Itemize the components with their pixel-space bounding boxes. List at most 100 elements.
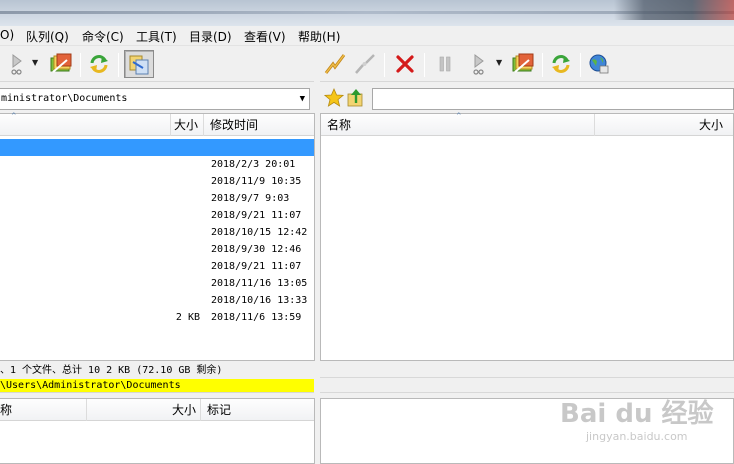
- column-divider[interactable]: [203, 114, 204, 136]
- remote-status-path: [320, 379, 734, 393]
- play-options-dropdown-icon[interactable]: ▼: [496, 58, 502, 67]
- file-modified: 2018/9/21 11:07: [211, 261, 302, 272]
- sort-ascending-icon: ⌃: [455, 112, 463, 122]
- column-header-name[interactable]: 称: [0, 399, 12, 421]
- toggle-sync-browsing-icon: [129, 55, 149, 75]
- cancel-button[interactable]: [392, 50, 418, 78]
- play-with-options-button[interactable]: [464, 50, 490, 78]
- file-size: 2 KB: [175, 312, 200, 323]
- table-row[interactable]: 2018/9/30 12:46: [0, 241, 314, 258]
- process-queue-button[interactable]: [510, 50, 536, 78]
- menubar: O) 队列(Q) 命令(C) 工具(T) 目录(D) 查看(V) 帮助(H): [0, 26, 734, 46]
- refresh-button[interactable]: [548, 50, 574, 78]
- refresh-icon: [552, 55, 570, 73]
- process-queue-icon: [50, 53, 72, 73]
- file-modified: 2018/11/9 10:35: [211, 176, 302, 187]
- queue-list: 称 大小 标记: [0, 398, 315, 464]
- queue-list-header: 称 大小 标记: [0, 399, 314, 421]
- path-dropdown-icon[interactable]: ▼: [300, 89, 305, 109]
- menu-item-queue[interactable]: 队列(Q): [26, 28, 69, 45]
- sort-ascending-icon: ⌃: [10, 112, 18, 122]
- local-status-path: \Users\Administrator\Documents: [0, 379, 314, 393]
- process-queue-button[interactable]: [48, 50, 74, 78]
- window-control-buttons[interactable]: [614, 0, 734, 20]
- process-queue-icon: [512, 53, 534, 73]
- watermark-url: jingyan.baidu.com: [586, 430, 688, 443]
- column-header-size[interactable]: 大小: [174, 114, 198, 136]
- table-row-selected[interactable]: [0, 139, 314, 156]
- file-modified: 2018/11/6 13:59: [211, 312, 302, 323]
- right-path-bar: [320, 84, 734, 112]
- connect-icon: [324, 54, 346, 74]
- pause-button[interactable]: [432, 50, 458, 78]
- file-modified: 2018/9/7 9:03: [211, 193, 290, 204]
- play-options-dropdown-icon[interactable]: ▼: [32, 58, 38, 67]
- column-divider[interactable]: [170, 114, 171, 136]
- toolbar-separator: [384, 53, 385, 77]
- local-file-list: ⌃ 大小 修改时间 2018/2/3 20:01 2018/11/9 10:35…: [0, 112, 315, 361]
- menu-item-directory[interactable]: 目录(D): [189, 28, 232, 45]
- file-modified: 2018/10/15 12:42: [211, 227, 308, 238]
- remote-file-list: 名称 ⌃ 大小: [320, 112, 734, 361]
- left-path-bar: ministrator\Documents ▼: [0, 84, 314, 112]
- site-manager-globe-icon: [589, 54, 609, 74]
- disconnect-icon: [355, 54, 375, 74]
- column-header-size[interactable]: 大小: [699, 114, 723, 136]
- toggle-sync-browsing-button[interactable]: [124, 50, 154, 78]
- remote-status-text: [320, 364, 734, 378]
- table-row[interactable]: 2018/11/9 10:35: [0, 173, 314, 190]
- table-row[interactable]: 2018/9/7 9:03: [0, 190, 314, 207]
- local-status-text: 、1 个文件、总计 10 2 KB (72.10 GB 剩余): [0, 365, 223, 376]
- refresh-icon: [90, 55, 108, 73]
- left-toolbar: ▼: [0, 46, 314, 82]
- bookmark-button[interactable]: [323, 87, 345, 108]
- remote-list-header: 名称 ⌃ 大小: [321, 112, 733, 136]
- table-row[interactable]: 2018/9/21 11:07: [0, 207, 314, 224]
- local-path-text: ministrator\Documents: [1, 93, 128, 104]
- column-header-size[interactable]: 大小: [172, 399, 196, 421]
- file-modified: 2018/9/30 12:46: [211, 244, 302, 255]
- play-with-options-button[interactable]: [2, 50, 28, 78]
- cancel-icon: [396, 55, 414, 73]
- file-modified: 2018/10/16 13:33: [211, 295, 308, 306]
- parent-folder-icon: [347, 89, 363, 107]
- table-row[interactable]: 2018/10/15 12:42: [0, 224, 314, 241]
- column-header-name[interactable]: 名称: [327, 114, 351, 136]
- play-with-options-icon: [473, 54, 484, 75]
- menu-item-view[interactable]: 查看(V): [244, 28, 286, 45]
- column-divider[interactable]: [200, 399, 201, 421]
- table-row[interactable]: 2018/10/16 13:33: [0, 292, 314, 309]
- table-row[interactable]: 2 KB 2018/11/6 13:59: [0, 309, 314, 326]
- parent-folder-button[interactable]: [346, 88, 366, 108]
- menu-item-tools[interactable]: 工具(T): [136, 28, 177, 45]
- column-divider[interactable]: [594, 114, 595, 136]
- watermark-brand: Bai du 经验: [560, 399, 714, 429]
- toolbar-separator: [424, 53, 425, 77]
- file-modified: 2018/2/3 20:01: [211, 159, 296, 170]
- connect-button[interactable]: [322, 50, 348, 78]
- menu-item-help[interactable]: 帮助(H): [298, 28, 340, 45]
- column-header-modified[interactable]: 修改时间: [210, 114, 258, 136]
- remote-path-combobox[interactable]: [372, 88, 734, 110]
- file-modified: 2018/9/21 11:07: [211, 210, 302, 221]
- table-row[interactable]: 2018/9/21 11:07: [0, 258, 314, 275]
- column-header-tag[interactable]: 标记: [207, 399, 231, 421]
- column-divider[interactable]: [86, 399, 87, 421]
- refresh-button[interactable]: [86, 50, 112, 78]
- menu-item-commands[interactable]: 命令(C): [82, 28, 124, 45]
- toolbar-separator: [542, 53, 543, 77]
- toolbar-separator: [80, 53, 81, 77]
- site-manager-button[interactable]: [586, 50, 612, 78]
- menu-item-transfer[interactable]: O): [0, 28, 14, 42]
- local-path-combobox[interactable]: ministrator\Documents ▼: [0, 88, 310, 110]
- play-with-options-icon: [11, 54, 22, 75]
- disconnect-button[interactable]: [352, 50, 378, 78]
- pause-icon: [439, 56, 451, 72]
- toolbar-separator: [118, 53, 119, 77]
- toolbar-separator: [580, 53, 581, 77]
- file-modified: 2018/11/16 13:05: [211, 278, 308, 289]
- table-row[interactable]: 2018/2/3 20:01: [0, 156, 314, 173]
- bookmark-star-icon: [323, 87, 345, 107]
- window-titlebar: [0, 0, 734, 26]
- table-row[interactable]: 2018/11/16 13:05: [0, 275, 314, 292]
